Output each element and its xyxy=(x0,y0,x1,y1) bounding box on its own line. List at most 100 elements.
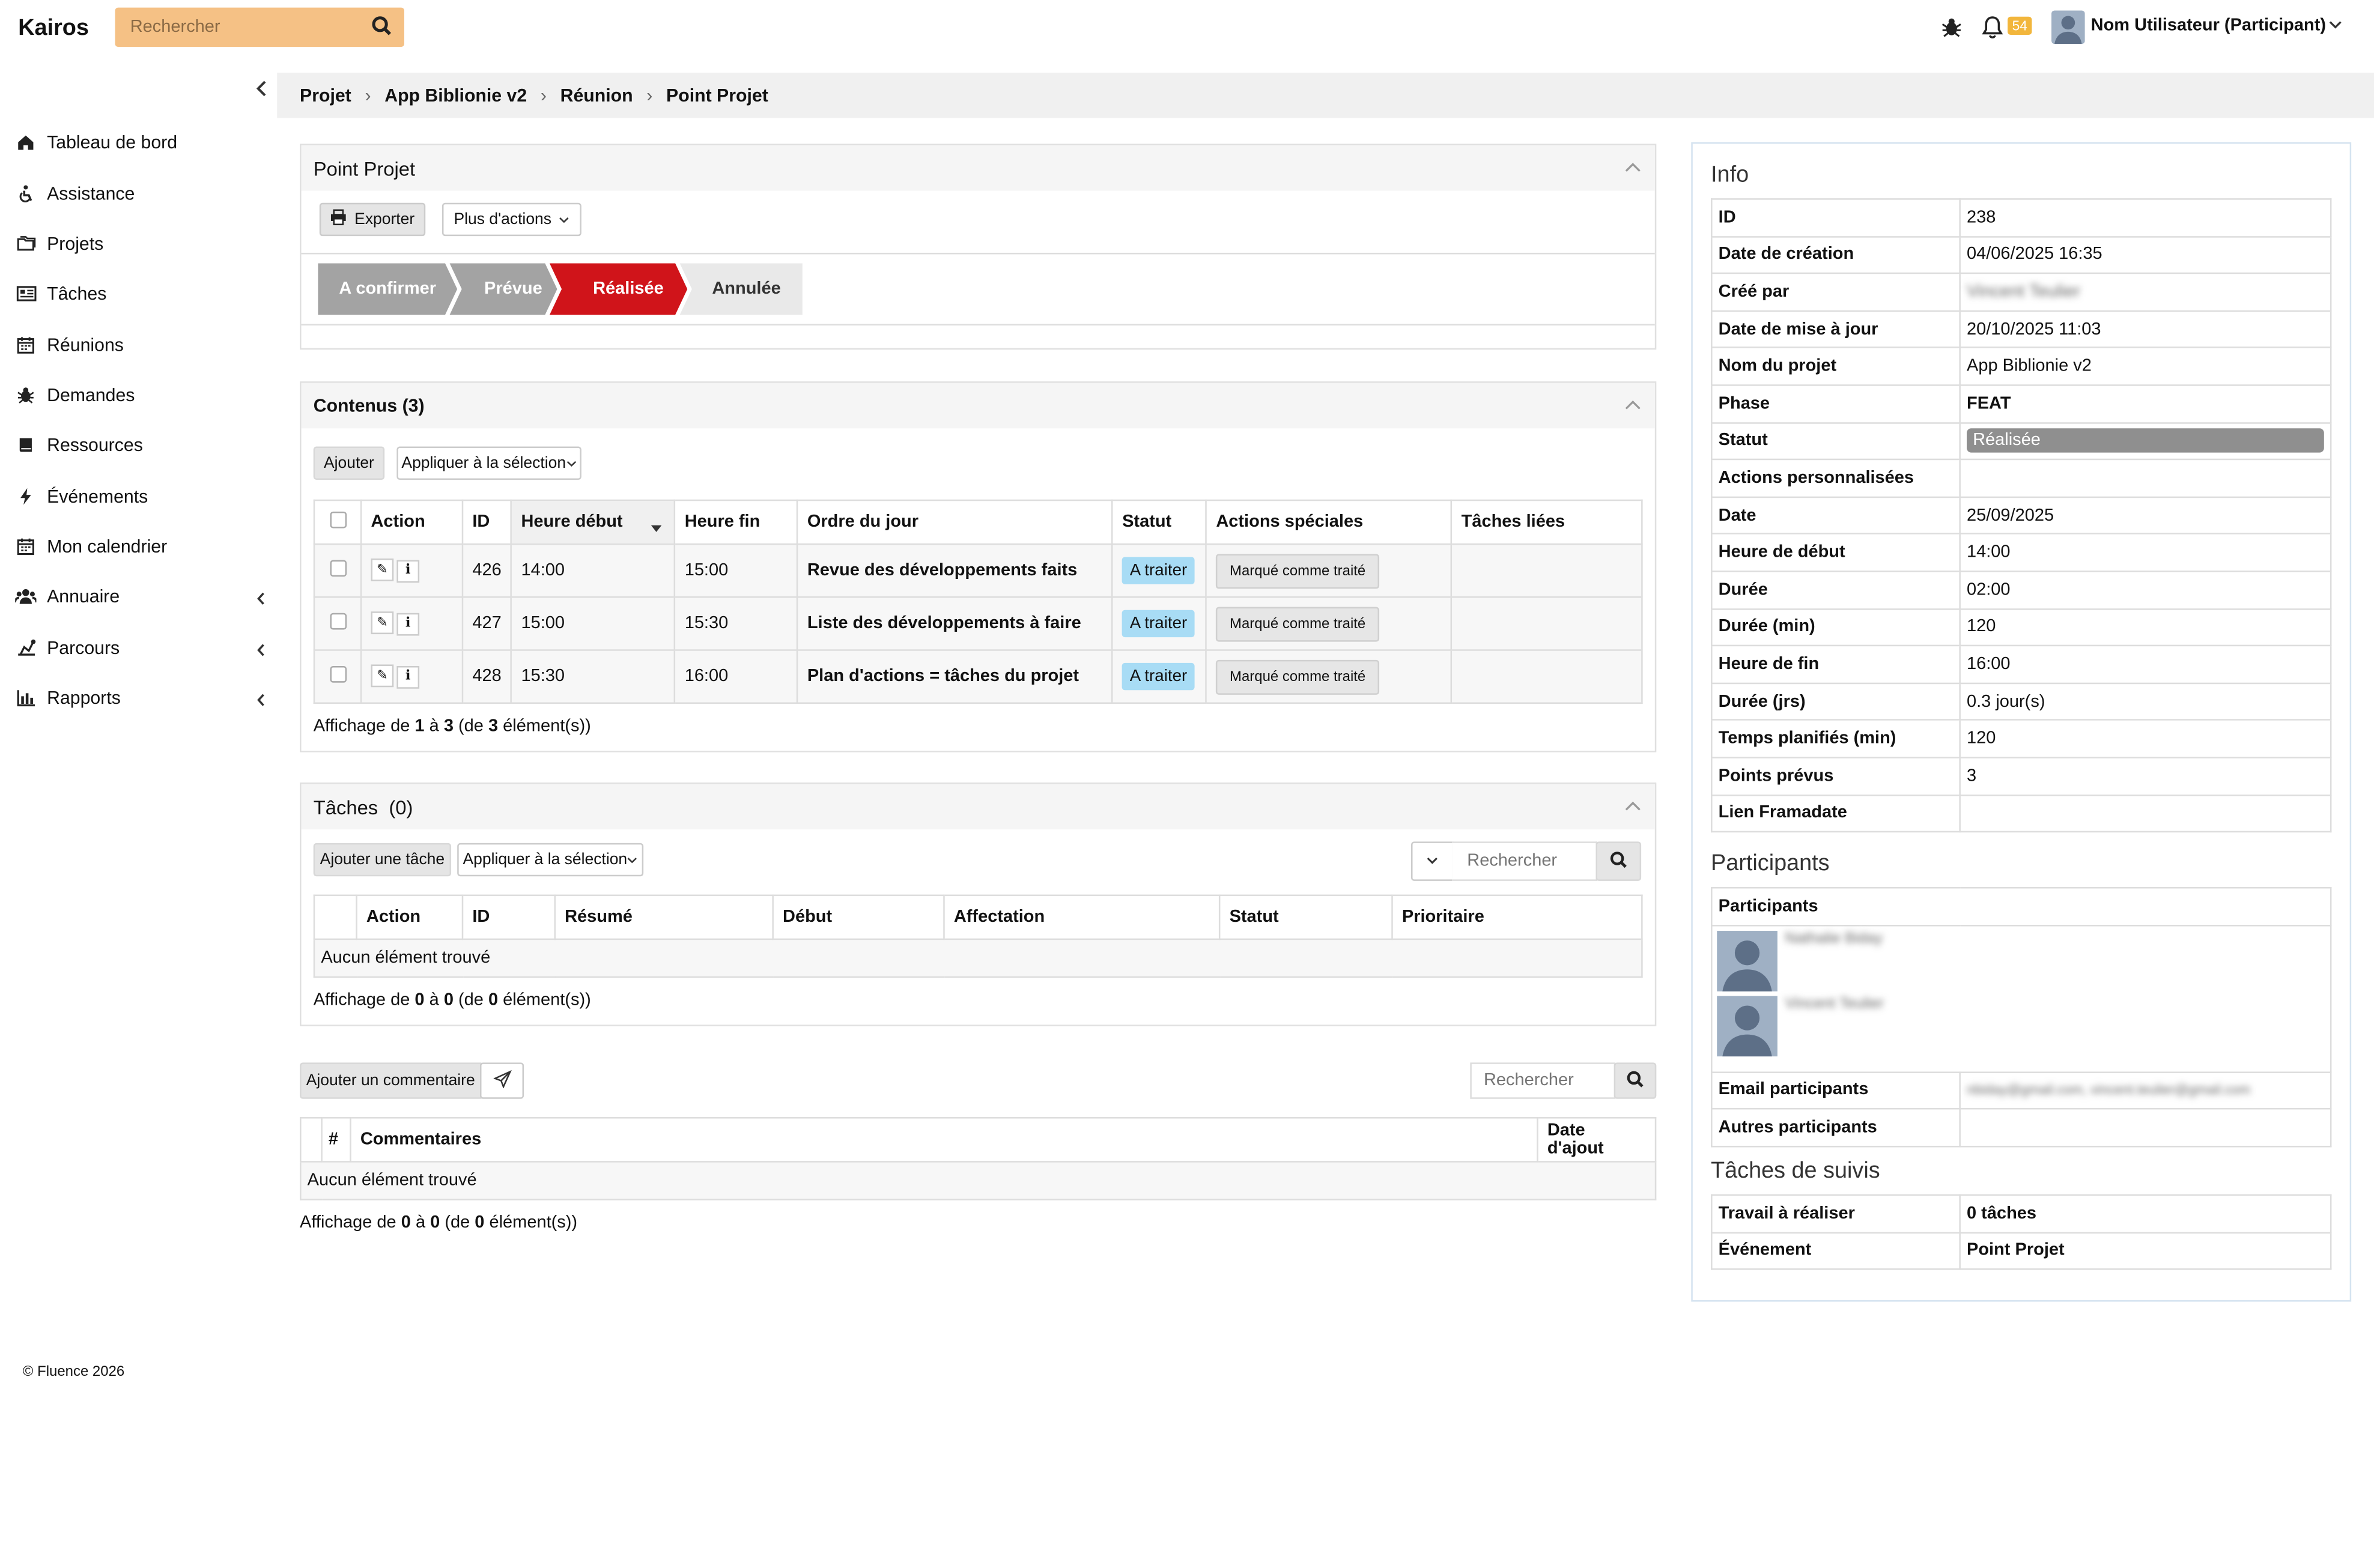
info-value: 20/10/2025 11:03 xyxy=(1959,310,2332,349)
sidebar-item-taches[interactable]: Tâches xyxy=(15,279,106,309)
participants-list: Nathalie Biday Vincent Teulier xyxy=(1711,924,2332,1073)
edit-icon[interactable]: ✎ xyxy=(371,558,394,581)
row-agenda[interactable]: Liste des développements à faire xyxy=(797,596,1113,651)
col-affectation[interactable]: Affectation xyxy=(943,894,1221,940)
row-agenda[interactable]: Revue des développements faits xyxy=(797,543,1113,598)
breadcrumb-project-name[interactable]: App Biblionie v2 xyxy=(384,85,527,106)
info-key: Heure de début xyxy=(1711,533,1961,572)
col-heure-debut[interactable]: Heure début xyxy=(510,499,676,545)
row-checkbox[interactable] xyxy=(329,665,346,683)
info-value[interactable]: Point Projet xyxy=(1959,1231,2332,1271)
info-icon[interactable]: i xyxy=(396,665,420,689)
row-agenda[interactable]: Plan d'actions = tâches du projet xyxy=(797,649,1113,704)
sidebar-item-rapports[interactable]: Rapports xyxy=(15,683,121,713)
parcours-expand-icon[interactable] xyxy=(256,643,267,661)
send-comment-button[interactable] xyxy=(479,1062,524,1099)
mark-done-button[interactable]: Marqué comme traité xyxy=(1216,606,1379,641)
step-annulee[interactable]: Annulée xyxy=(689,264,804,313)
user-name[interactable]: Nom Utilisateur (Participant) xyxy=(2091,17,2326,35)
more-actions-dropdown[interactable]: Plus d'actions xyxy=(442,202,581,237)
info-key: Date xyxy=(1711,496,1961,535)
row-end: 15:00 xyxy=(674,543,798,598)
search-icon[interactable] xyxy=(371,15,395,39)
apply-selection-dropdown[interactable]: Appliquer à la sélection xyxy=(457,843,644,877)
edit-icon[interactable]: ✎ xyxy=(371,664,394,688)
comment-search-input[interactable] xyxy=(1470,1062,1616,1099)
col-resume[interactable]: Résumé xyxy=(554,894,774,940)
col-statut[interactable]: Statut xyxy=(1111,499,1207,545)
col-ordre-du-jour[interactable]: Ordre du jour xyxy=(797,499,1113,545)
participant-item[interactable]: Vincent Teulier xyxy=(1717,995,2325,1056)
step-prevue[interactable]: Prévue xyxy=(457,264,569,313)
info-icon[interactable]: i xyxy=(396,560,420,583)
brand-logo[interactable]: Kairos xyxy=(18,15,89,41)
col-action: Action xyxy=(360,499,464,545)
apply-selection-label: Appliquer à la sélection xyxy=(463,850,628,869)
contenus-pagination-info: Affichage de 1 à 3 (de 3 élément(s)) xyxy=(314,718,591,736)
annuaire-expand-icon[interactable] xyxy=(256,592,267,610)
sidebar-item-demandes[interactable]: Demandes xyxy=(15,380,135,410)
select-all-checkbox[interactable] xyxy=(329,511,346,528)
search-filter-dropdown[interactable] xyxy=(1411,841,1454,881)
col-id[interactable]: ID xyxy=(461,499,512,545)
bug-icon[interactable] xyxy=(1941,17,1962,43)
comments-table: # Commentaires Date d'ajout Aucun élémen… xyxy=(300,1117,1657,1200)
collapse-icon[interactable] xyxy=(1624,798,1641,813)
task-search-input[interactable] xyxy=(1452,841,1598,881)
taches-panel-header: Tâches (0) xyxy=(301,784,1655,830)
collapse-icon[interactable] xyxy=(1624,159,1641,174)
info-value xyxy=(1959,793,2332,833)
sidebar-item-annuaire[interactable]: Annuaire xyxy=(15,581,120,611)
col-id[interactable]: ID xyxy=(461,894,556,940)
sidebar-item-label: Assistance xyxy=(47,183,135,205)
add-comment-button[interactable]: Ajouter un commentaire xyxy=(300,1062,482,1099)
pagination-text: Affichage de xyxy=(313,991,415,1010)
breadcrumb-projet[interactable]: Projet xyxy=(300,85,351,106)
export-button[interactable]: Exporter xyxy=(319,202,426,237)
info-icon[interactable]: i xyxy=(396,613,420,636)
bell-icon[interactable] xyxy=(1982,15,2003,44)
sidebar-item-reunions[interactable]: Réunions xyxy=(15,330,124,360)
global-search-input[interactable] xyxy=(115,7,357,47)
comment-search-button[interactable] xyxy=(1614,1062,1657,1099)
sidebar-item-label: Rapports xyxy=(47,687,121,709)
info-value: FEAT xyxy=(1959,384,2332,423)
sidebar-item-ressources[interactable]: Ressources xyxy=(15,430,143,460)
rapports-expand-icon[interactable] xyxy=(256,693,267,711)
sidebar-collapse-icon[interactable] xyxy=(256,80,268,101)
step-realisee[interactable]: Réalisée xyxy=(560,264,697,313)
col-heure-debut-label: Heure début xyxy=(521,513,623,531)
col-debut[interactable]: Début xyxy=(772,894,945,940)
breadcrumb-reunion[interactable]: Réunion xyxy=(560,85,633,106)
print-icon xyxy=(330,209,347,230)
collapse-icon[interactable] xyxy=(1624,396,1641,411)
sidebar-item-evenements[interactable]: Événements xyxy=(15,481,148,511)
participant-item[interactable]: Nathalie Biday xyxy=(1717,930,2325,991)
sidebar-item-mon-calendrier[interactable]: Mon calendrier xyxy=(15,531,167,562)
sidebar-item-assistance[interactable]: Assistance xyxy=(15,178,135,208)
apply-selection-dropdown[interactable]: Appliquer à la sélection xyxy=(396,446,581,480)
sidebar-item-projets[interactable]: Projets xyxy=(15,229,103,259)
mark-done-button[interactable]: Marqué comme traité xyxy=(1216,553,1379,589)
contenus-panel-header: Contenus (3) xyxy=(301,383,1655,429)
col-prioritaire[interactable]: Prioritaire xyxy=(1391,894,1643,940)
user-avatar[interactable] xyxy=(2051,10,2085,44)
sidebar-item-tableau-de-bord[interactable]: Tableau de bord xyxy=(15,127,177,157)
pagination-to: 3 xyxy=(443,717,454,736)
chevron-down-icon[interactable] xyxy=(2328,18,2342,36)
status-badge: A traiter xyxy=(1122,610,1195,638)
col-statut[interactable]: Statut xyxy=(1218,894,1393,940)
add-task-button[interactable]: Ajouter une tâche xyxy=(313,843,452,877)
edit-icon[interactable]: ✎ xyxy=(371,611,394,635)
mark-done-button[interactable]: Marqué comme traité xyxy=(1216,659,1379,694)
sidebar-item-parcours[interactable]: Parcours xyxy=(15,633,120,663)
col-heure-fin[interactable]: Heure fin xyxy=(674,499,798,545)
pagination-total: 3 xyxy=(488,717,499,736)
row-checkbox[interactable] xyxy=(329,560,346,577)
task-search-button[interactable] xyxy=(1595,841,1642,881)
info-value[interactable]: 0 tâches xyxy=(1959,1194,2332,1234)
step-a-confirmer[interactable]: A confirmer xyxy=(327,264,448,313)
add-content-button[interactable]: Ajouter xyxy=(313,446,385,480)
row-checkbox[interactable] xyxy=(329,613,346,630)
meeting-panel-header: Point Projet xyxy=(301,145,1655,191)
